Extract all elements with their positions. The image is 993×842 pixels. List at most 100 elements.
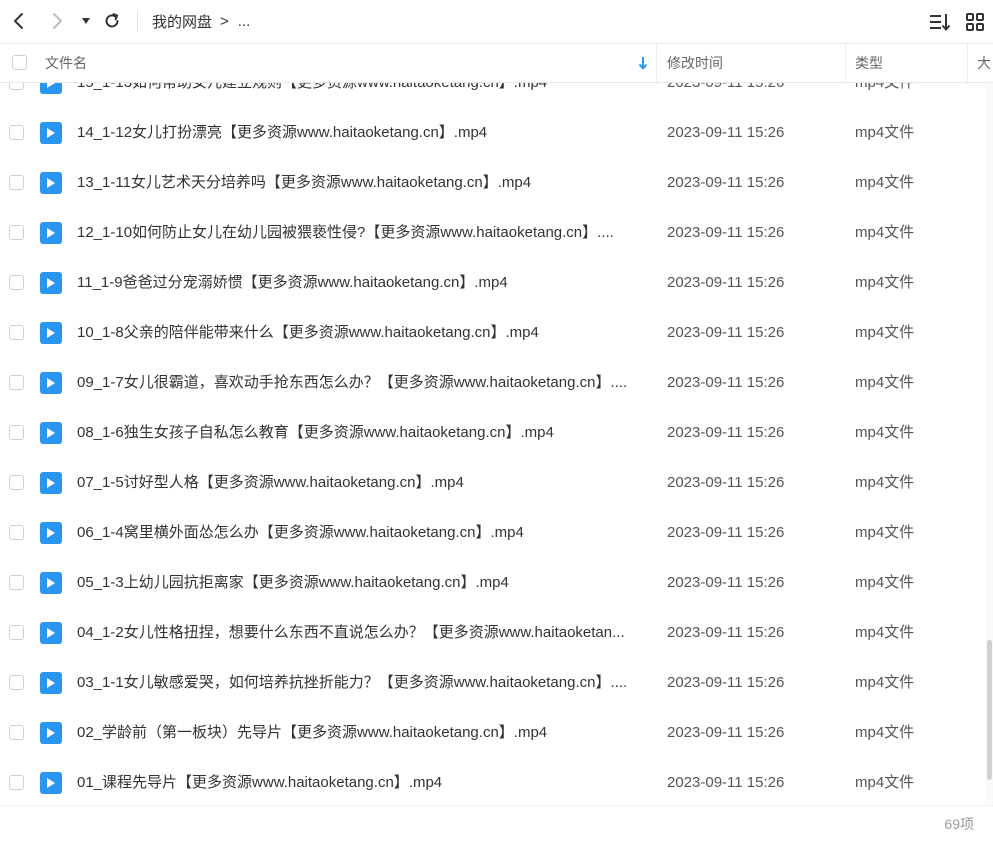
breadcrumb-separator: > [220, 12, 229, 30]
row-checkbox[interactable] [9, 83, 24, 90]
row-checkbox[interactable] [9, 275, 24, 290]
refresh-button[interactable] [98, 8, 126, 34]
row-checkbox[interactable] [9, 675, 24, 690]
file-row[interactable]: 14_1-12女儿打扮漂亮【更多资源www.haitaoketang.cn】.m… [0, 108, 985, 158]
file-type: mp4文件 [855, 374, 915, 391]
file-name[interactable]: 03_1-1女儿敏感爱哭，如何培养抗挫折能力？【更多资源www.haitaoke… [77, 658, 647, 708]
column-header: 文件名 修改时间 类型 大 [0, 44, 993, 83]
file-type: mp4文件 [855, 424, 915, 441]
file-name[interactable]: 02_学龄前（第一板块）先导片【更多资源www.haitaoketang.cn】… [77, 708, 647, 758]
row-checkbox[interactable] [9, 125, 24, 140]
file-row[interactable]: 01_课程先导片【更多资源www.haitaoketang.cn】.mp4 202… [0, 758, 985, 805]
file-row[interactable]: 13_1-11女儿艺术天分培养吗【更多资源www.haitaoketang.cn… [0, 158, 985, 208]
file-type: mp4文件 [855, 324, 915, 341]
back-button[interactable] [5, 8, 33, 34]
row-checkbox[interactable] [9, 575, 24, 590]
file-type: mp4文件 [855, 474, 915, 491]
file-name[interactable]: 04_1-2女儿性格扭捏，想要什么东西不直说怎么办？【更多资源www.haita… [77, 608, 647, 658]
scrollbar-thumb[interactable] [987, 640, 992, 780]
file-name[interactable]: 07_1-5讨好型人格【更多资源www.haitaoketang.cn】.mp4 [77, 458, 647, 508]
file-row[interactable]: 09_1-7女儿很霸道，喜欢动手抢东西怎么办？【更多资源www.haitaoke… [0, 358, 985, 408]
row-checkbox[interactable] [9, 725, 24, 740]
file-name[interactable]: 01_课程先导片【更多资源www.haitaoketang.cn】.mp4 [77, 758, 647, 805]
video-file-icon [40, 722, 62, 744]
row-checkbox[interactable] [9, 375, 24, 390]
file-row[interactable]: 04_1-2女儿性格扭捏，想要什么东西不直说怎么办？【更多资源www.haita… [0, 608, 985, 658]
select-all-checkbox[interactable] [12, 55, 27, 70]
file-name[interactable]: 06_1-4窝里横外面怂怎么办【更多资源www.haitaoketang.cn】… [77, 508, 647, 558]
video-file-icon [40, 172, 62, 194]
row-checkbox[interactable] [9, 775, 24, 790]
column-type-label: 类型 [855, 55, 883, 71]
row-checkbox[interactable] [9, 225, 24, 240]
video-file-icon [40, 472, 62, 494]
row-checkbox[interactable] [9, 625, 24, 640]
file-type: mp4文件 [855, 174, 915, 191]
row-checkbox[interactable] [9, 425, 24, 440]
file-name[interactable]: 09_1-7女儿很霸道，喜欢动手抢东西怎么办？【更多资源www.haitaoke… [77, 358, 647, 408]
file-row[interactable]: 06_1-4窝里横外面怂怎么办【更多资源www.haitaoketang.cn】… [0, 508, 985, 558]
file-name[interactable]: 11_1-9爸爸过分宠溺娇惯【更多资源www.haitaoketang.cn】.… [77, 258, 647, 308]
row-checkbox[interactable] [9, 325, 24, 340]
grid-view-button[interactable] [963, 10, 987, 34]
video-file-icon [40, 422, 62, 444]
toolbar-divider [137, 10, 138, 32]
file-modified-time: 2023-09-11 15:26 [667, 324, 785, 341]
sort-button[interactable] [928, 10, 952, 34]
video-file-icon [40, 322, 62, 344]
file-row[interactable]: 03_1-1女儿敏感爱哭，如何培养抗挫折能力？【更多资源www.haitaoke… [0, 658, 985, 708]
file-name[interactable]: 08_1-6独生女孩子自私怎么教育【更多资源www.haitaoketang.c… [77, 408, 647, 458]
status-bar: 69项 [0, 805, 993, 835]
history-dropdown-button[interactable] [72, 8, 100, 34]
video-file-icon [40, 772, 62, 794]
video-file-icon [40, 122, 62, 144]
video-file-icon [40, 372, 62, 394]
file-name[interactable]: 15_1-13如何帮助女儿建立规则【更多资源www.haitaoketang.c… [77, 83, 647, 108]
file-modified-time: 2023-09-11 15:26 [667, 124, 785, 141]
column-divider[interactable] [967, 44, 968, 82]
file-row[interactable]: 05_1-3上幼儿园抗拒离家【更多资源www.haitaoketang.cn】.… [0, 558, 985, 608]
file-type: mp4文件 [855, 274, 915, 291]
column-divider[interactable] [845, 44, 846, 82]
file-type: mp4文件 [855, 774, 915, 791]
file-type: mp4文件 [855, 674, 915, 691]
column-modified-header[interactable]: 修改时间 [667, 44, 845, 82]
file-name[interactable]: 13_1-11女儿艺术天分培养吗【更多资源www.haitaoketang.cn… [77, 158, 647, 208]
column-name-header[interactable]: 文件名 [45, 44, 655, 82]
file-row[interactable]: 07_1-5讨好型人格【更多资源www.haitaoketang.cn】.mp4… [0, 458, 985, 508]
file-row[interactable]: 08_1-6独生女孩子自私怎么教育【更多资源www.haitaoketang.c… [0, 408, 985, 458]
file-row[interactable]: 02_学龄前（第一板块）先导片【更多资源www.haitaoketang.cn】… [0, 708, 985, 758]
row-checkbox[interactable] [9, 475, 24, 490]
file-row[interactable]: 12_1-10如何防止女儿在幼儿园被猥亵性侵?【更多资源www.haitaoke… [0, 208, 985, 258]
file-type: mp4文件 [855, 83, 914, 108]
file-modified-time: 2023-09-11 15:26 [667, 674, 785, 691]
breadcrumb: 我的网盘 > ... [152, 0, 250, 42]
file-name[interactable]: 05_1-3上幼儿园抗拒离家【更多资源www.haitaoketang.cn】.… [77, 558, 647, 608]
file-type: mp4文件 [855, 524, 915, 541]
row-checkbox[interactable] [9, 525, 24, 540]
file-modified-time: 2023-09-11 15:26 [667, 574, 785, 591]
grid-view-icon [966, 13, 984, 31]
column-divider[interactable] [656, 44, 657, 82]
breadcrumb-more[interactable]: ... [238, 13, 251, 30]
file-modified-time: 2023-09-11 15:26 [667, 224, 785, 241]
file-name[interactable]: 14_1-12女儿打扮漂亮【更多资源www.haitaoketang.cn】.m… [77, 108, 647, 158]
file-row[interactable]: 11_1-9爸爸过分宠溺娇惯【更多资源www.haitaoketang.cn】.… [0, 258, 985, 308]
file-row[interactable]: 10_1-8父亲的陪伴能带来什么【更多资源www.haitaoketang.cn… [0, 308, 985, 358]
breadcrumb-root[interactable]: 我的网盘 [152, 11, 212, 32]
file-modified-time: 2023-09-11 15:26 [667, 474, 785, 491]
file-modified-time: 2023-09-11 15:26 [667, 724, 785, 741]
row-checkbox[interactable] [9, 175, 24, 190]
file-modified-time: 2023-09-11 15:26 [667, 174, 785, 191]
column-size-header[interactable]: 大 [977, 44, 993, 82]
forward-button[interactable] [43, 8, 71, 34]
file-name[interactable]: 10_1-8父亲的陪伴能带来什么【更多资源www.haitaoketang.cn… [77, 308, 647, 358]
file-modified-time: 2023-09-11 15:26 [667, 274, 785, 291]
file-type: mp4文件 [855, 724, 915, 741]
file-row[interactable]: 15_1-13如何帮助女儿建立规则【更多资源www.haitaoketang.c… [0, 83, 985, 108]
column-type-header[interactable]: 类型 [855, 44, 967, 82]
file-list: 15_1-13如何帮助女儿建立规则【更多资源www.haitaoketang.c… [0, 83, 985, 805]
sort-list-icon [930, 14, 951, 31]
file-modified-time: 2023-09-11 15:26 [667, 774, 785, 791]
file-name[interactable]: 12_1-10如何防止女儿在幼儿园被猥亵性侵?【更多资源www.haitaoke… [77, 208, 647, 258]
